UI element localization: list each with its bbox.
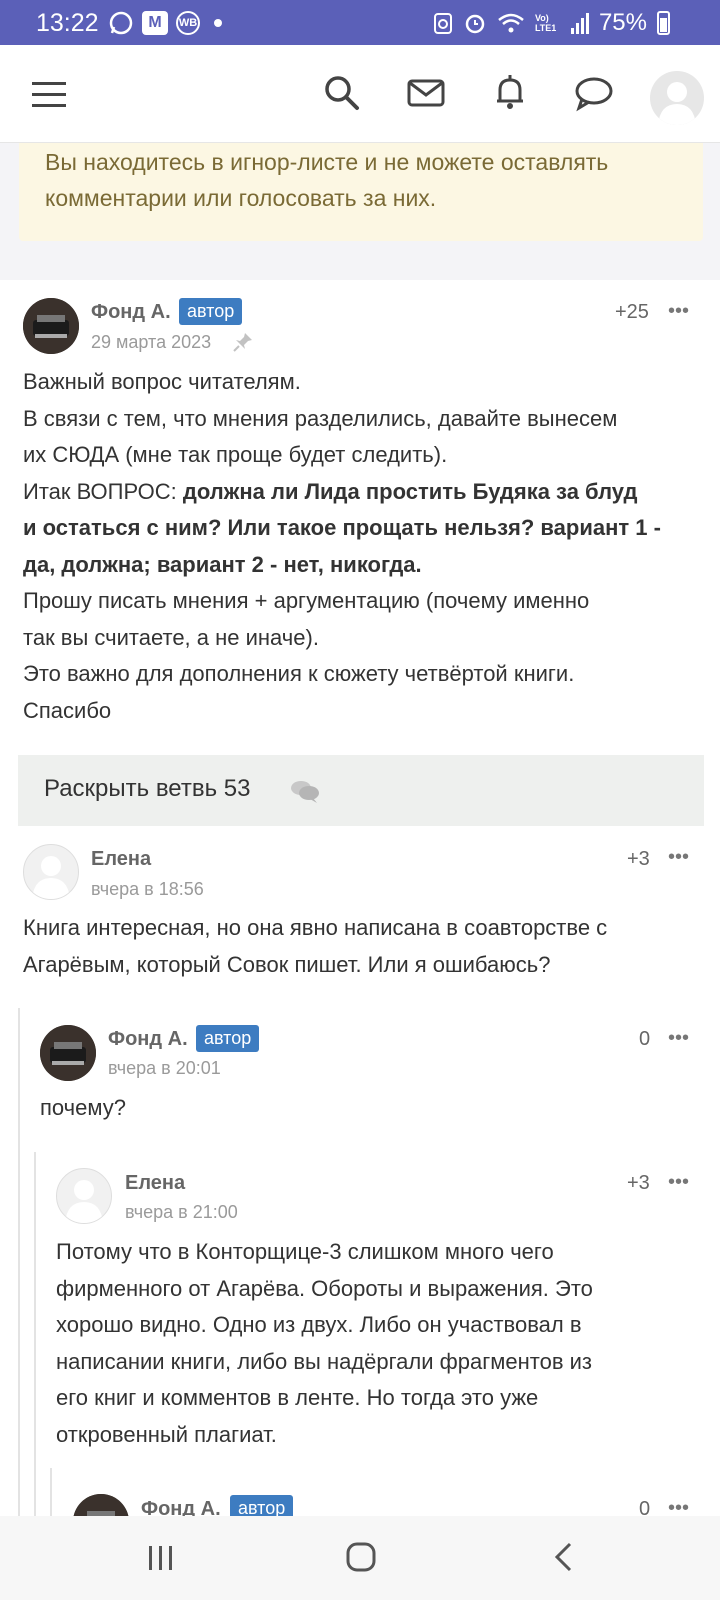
comment-date[interactable]: вчера в 20:01 <box>108 1058 221 1079</box>
typewriter-avatar-icon <box>23 298 79 354</box>
comment: Фонд А. автор вчера в 20:01 0 ••• почему… <box>0 1008 720 1148</box>
more-options-icon[interactable]: ••• <box>668 1171 689 1194</box>
mail-icon[interactable] <box>406 73 446 113</box>
comment-line: В связи с тем, что мнения разделились, д… <box>23 405 618 431</box>
home-icon[interactable] <box>346 1542 376 1572</box>
comment-line: Спасибо <box>23 697 112 723</box>
comment-text: Важный вопрос читателям. В связи с тем, … <box>23 364 703 729</box>
sync-icon <box>433 13 452 34</box>
comment-line: написании книги, либо вы надёргали фрагм… <box>56 1348 593 1374</box>
comment-score: 0 <box>639 1498 651 1516</box>
comment-text: Книга интересная, но она явно написана в… <box>23 910 703 983</box>
comment-line: Итак ВОПРОС: должна ли Лида простить Буд… <box>23 474 703 511</box>
expand-branch-label: Раскрыть ветвь 53 <box>44 775 251 802</box>
expand-branch-button[interactable]: Раскрыть ветвь 53 <box>18 755 704 826</box>
user-silhouette-icon <box>65 1180 103 1223</box>
battery-icon <box>657 11 670 35</box>
comment-date[interactable]: вчера в 21:00 <box>125 1202 238 1223</box>
author-avatar[interactable] <box>73 1494 129 1516</box>
more-options-icon[interactable]: ••• <box>668 1027 689 1050</box>
author-badge: автор <box>230 1495 294 1516</box>
comment-score: +3 <box>627 848 650 870</box>
comment-line-bold: да, должна; вариант 2 - нет, никогда. <box>23 551 422 577</box>
comment-author[interactable]: Фонд А. <box>91 301 171 324</box>
comment-line: Прошу писать мнения + аргументацию (поче… <box>23 588 590 613</box>
status-system-icons: Vo) LTE1 75% <box>433 9 670 37</box>
comment-score: +3 <box>627 1172 650 1194</box>
comment-author[interactable]: Елена <box>125 1172 185 1195</box>
more-options-icon[interactable]: ••• <box>668 300 689 323</box>
author-avatar[interactable] <box>56 1168 112 1224</box>
comment-line: и остаться с ним? Или такое прощать нель… <box>23 510 703 547</box>
status-bar: 13:22 M WB Vo) LTE1 75% <box>0 0 720 45</box>
comment-line: Важный вопрос читателям. <box>23 369 301 394</box>
status-notification-icons: M WB <box>108 10 222 36</box>
comment-line: Это важно для дополнения к сюжету четвёр… <box>23 661 575 686</box>
comment-line: почему? <box>40 1095 126 1120</box>
comment-line: откровенный плагиат. <box>56 1421 277 1447</box>
system-nav-bar <box>0 1516 720 1600</box>
more-options-icon[interactable]: ••• <box>668 846 689 869</box>
author-avatar[interactable] <box>40 1025 96 1081</box>
comment-date[interactable]: вчера в 18:56 <box>91 879 204 900</box>
comment-score: 0 <box>639 1028 651 1050</box>
comment-author[interactable]: Фонд А. <box>141 1498 221 1516</box>
comment-author[interactable]: Фонд А. <box>108 1028 188 1051</box>
typewriter-avatar-icon <box>73 1494 129 1516</box>
user-silhouette-icon <box>658 82 696 125</box>
comment: Фонд А. автор 0 ••• <box>0 1468 720 1516</box>
search-icon[interactable] <box>322 73 362 113</box>
ignore-list-notice: Вы находитесь в игнор-листе и не можете … <box>19 143 703 241</box>
comment: Елена вчера в 21:00 +3 ••• Потому что в … <box>0 1152 720 1462</box>
comment-text: почему? <box>40 1090 700 1127</box>
more-options-icon[interactable]: ••• <box>668 1497 689 1516</box>
chat-bubble-icon[interactable] <box>574 73 614 113</box>
app-header <box>0 45 720 143</box>
user-silhouette-icon <box>32 856 70 899</box>
author-avatar[interactable] <box>23 844 79 900</box>
comment-line: Агарёвым, который Совок пишет. Или я оши… <box>23 951 551 977</box>
author-avatar[interactable] <box>23 298 79 354</box>
notice-area: Вы находитесь в игнор-листе и не можете … <box>0 143 720 280</box>
comment: Фонд А. автор 29 марта 2023 +25 ••• Важн… <box>0 280 720 740</box>
comment-date[interactable]: 29 марта 2023 <box>91 332 211 353</box>
comment-score: +25 <box>615 301 649 323</box>
user-avatar[interactable] <box>650 71 704 125</box>
wifi-icon <box>498 13 524 33</box>
comment-line: так вы считаете, а не иначе). <box>23 624 319 650</box>
comment-author[interactable]: Елена <box>91 848 151 871</box>
typewriter-avatar-icon <box>40 1025 96 1081</box>
comment-line: хорошо видно. Одно из двух. Либо он учас… <box>56 1312 582 1337</box>
comments-icon <box>291 781 319 803</box>
comment-line-bold: должна ли Лида простить Будяка за блуд <box>182 478 638 504</box>
battery-percent: 75% <box>598 9 647 36</box>
comment-line: Потому что в Конторщице-3 слишком много … <box>56 1239 554 1264</box>
recent-apps-icon[interactable] <box>147 1544 175 1572</box>
bell-icon[interactable] <box>490 73 530 113</box>
more-notifications-dot-icon <box>214 19 222 27</box>
comment-line: фирменного от Агарёва. Обороты и выражен… <box>56 1275 593 1301</box>
whatsapp-icon <box>109 11 133 35</box>
pin-icon <box>233 333 252 352</box>
status-time: 13:22 <box>36 9 99 37</box>
wb-icon: WB <box>176 11 200 35</box>
comment-line: его книг и комментов в ленте. Но тогда э… <box>56 1385 539 1410</box>
author-badge: автор <box>196 1025 260 1052</box>
comment-line-normal: Итак ВОПРОС: <box>23 478 183 504</box>
lte-icon: Vo) LTE1 <box>534 13 557 33</box>
app-m-icon: M <box>142 11 168 35</box>
comment-line: их СЮДА (мне так проще будет следить). <box>23 442 448 467</box>
back-icon[interactable] <box>552 1542 576 1572</box>
hamburger-menu-icon[interactable] <box>30 76 70 116</box>
alarm-icon <box>465 14 485 34</box>
comment-text: Потому что в Конторщице-3 слишком много … <box>56 1234 706 1453</box>
comment-line: Книга интересная, но она явно написана в… <box>23 915 608 940</box>
signal-icon <box>570 12 589 34</box>
author-badge: автор <box>179 298 243 325</box>
comment-line: да, должна; вариант 2 - нет, никогда. <box>23 547 703 584</box>
comment: Елена вчера в 18:56 +3 ••• Книга интерес… <box>0 826 720 996</box>
comment-line-bold: и остаться с ним? Или такое прощать нель… <box>23 515 661 540</box>
